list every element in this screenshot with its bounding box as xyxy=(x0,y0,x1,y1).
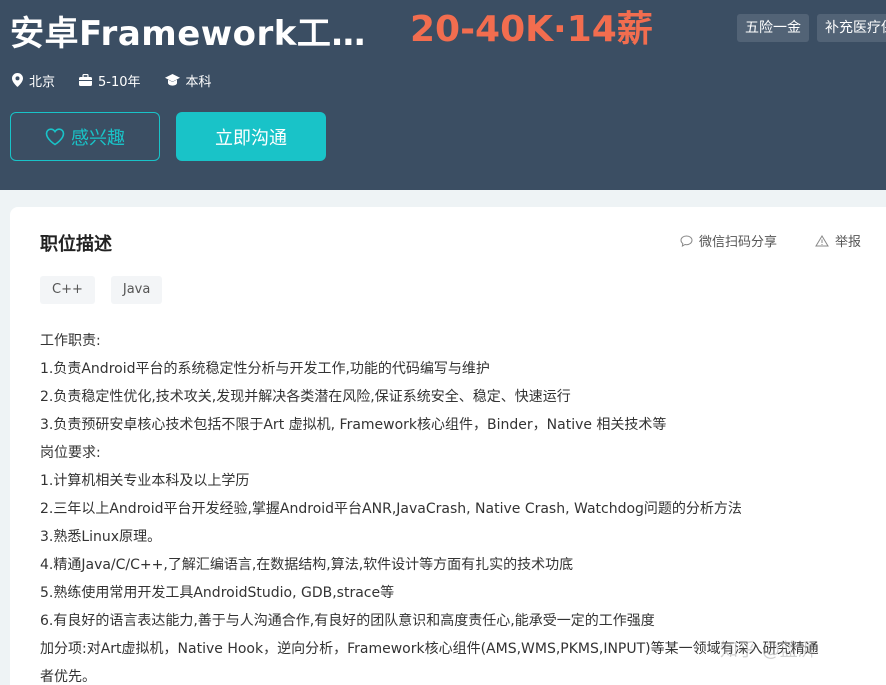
education: 本科 xyxy=(164,71,212,90)
job-title: 安卓Framework工… xyxy=(10,14,366,54)
description-line: 1.负责Android平台的系统稳定性分析与开发工作,功能的代码编写与维护 xyxy=(40,361,490,377)
job-detail-card: 职位描述 微信扫码分享 举报 C++ Java 工作职责: 1.负责Androi… xyxy=(10,207,886,685)
watermark: 知乎 @蓝湃 xyxy=(720,640,816,661)
location-text: 北京 xyxy=(29,74,56,90)
job-header: 安卓Framework工… 20-40K·14薪 五险一金 补充医疗保险 北京 … xyxy=(0,0,886,190)
skill-tag: Java xyxy=(110,276,163,304)
education-text: 本科 xyxy=(185,74,212,90)
description-line: 工作职责: xyxy=(40,333,101,349)
description-line: 2.三年以上Android平台开发经验,掌握Android平台ANR,JavaC… xyxy=(40,501,742,517)
location-pin-icon xyxy=(12,73,23,87)
location: 北京 xyxy=(12,71,55,90)
briefcase-icon xyxy=(79,74,93,86)
skill-tag: C++ xyxy=(40,276,95,304)
share-label: 微信扫码分享 xyxy=(699,235,778,250)
description-line: 3.负责预研安卓核心技术包括不限于Art 虚拟机, Framework核心组件，… xyxy=(40,417,667,433)
interest-label: 感兴趣 xyxy=(71,127,125,149)
report-label: 举报 xyxy=(835,235,862,250)
description-line: 者优先。 xyxy=(40,669,96,685)
graduation-cap-icon xyxy=(164,74,180,86)
description-line: 1.计算机相关专业本科及以上学历 xyxy=(40,473,250,489)
benefit-tag: 补充医疗保险 xyxy=(817,14,886,42)
report-button[interactable]: 举报 xyxy=(815,231,861,250)
description-line: 2.负责稳定性优化,技术攻关,发现并解决各类潜在风险,保证系统安全、稳定、快速运… xyxy=(40,389,571,405)
heart-icon xyxy=(45,127,65,145)
experience: 5-10年 xyxy=(79,71,141,90)
skill-tags: C++ Java xyxy=(40,276,178,304)
benefit-tag: 五险一金 xyxy=(737,14,809,42)
job-meta: 北京 5-10年 本科 xyxy=(12,70,236,90)
experience-text: 5-10年 xyxy=(98,74,141,90)
chat-now-button[interactable]: 立即沟通 xyxy=(176,112,326,161)
description-line: 6.有良好的语言表达能力,善于与人沟通合作,有良好的团队意识和高度责任心,能承受… xyxy=(40,613,655,629)
interest-button[interactable]: 感兴趣 xyxy=(10,112,160,161)
description-line: 5.熟练使用常用开发工具AndroidStudio, GDB,strace等 xyxy=(40,585,395,601)
job-description: 工作职责: 1.负责Android平台的系统稳定性分析与开发工作,功能的代码编写… xyxy=(40,327,880,685)
salary: 20-40K·14薪 xyxy=(410,9,653,50)
description-line: 岗位要求: xyxy=(40,445,101,461)
chat-bubble-icon xyxy=(680,234,693,247)
description-line: 4.精通Java/C/C++,了解汇编语言,在数据结构,算法,软件设计等方面有扎… xyxy=(40,557,574,573)
share-wechat-button[interactable]: 微信扫码分享 xyxy=(680,231,777,250)
section-title: 职位描述 xyxy=(40,234,112,255)
description-line: 3.熟悉Linux原理。 xyxy=(40,529,162,545)
warning-icon xyxy=(815,234,829,246)
